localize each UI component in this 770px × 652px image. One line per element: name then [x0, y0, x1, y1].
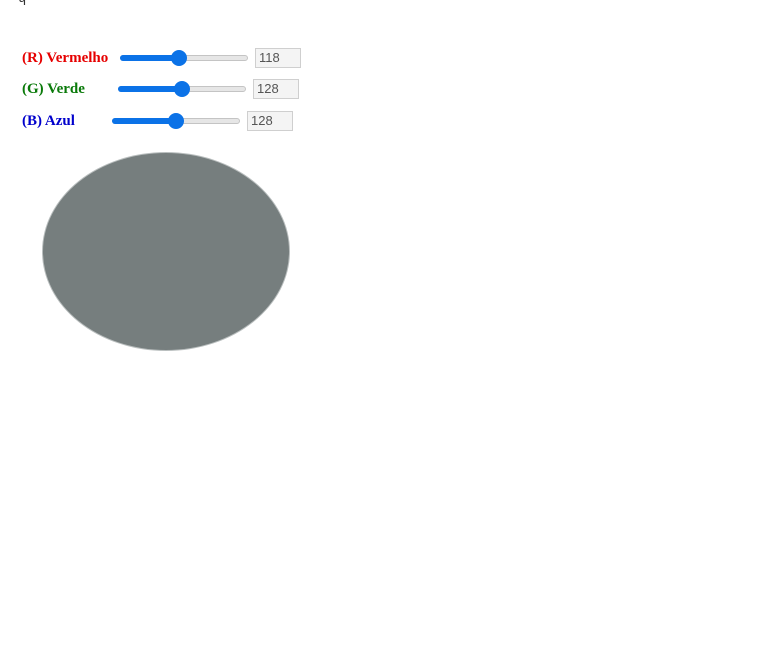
red-slider-thumb[interactable]	[170, 50, 187, 66]
green-label: (G) Verde	[22, 80, 85, 97]
blue-label: (B) Azul	[22, 112, 75, 129]
red-slider[interactable]	[120, 50, 248, 66]
corner-glyph: ɥ	[18, 0, 26, 6]
blue-control-row: (B) Azul 128	[22, 110, 293, 132]
color-preview-ellipse	[42, 152, 290, 351]
green-slider-fill	[118, 86, 182, 92]
blue-slider-fill	[112, 118, 176, 124]
green-slider[interactable]	[118, 81, 246, 97]
page: ɥ (R) Vermelho 118 (G) Verde 128 (B) Azu…	[0, 0, 770, 652]
red-control-row: (R) Vermelho 118	[22, 47, 301, 69]
green-slider-thumb[interactable]	[174, 81, 190, 97]
red-value-input[interactable]: 118	[255, 48, 301, 68]
blue-slider[interactable]	[112, 113, 240, 129]
green-control-row: (G) Verde 128	[22, 78, 299, 100]
blue-value-input[interactable]: 128	[247, 111, 293, 131]
green-value-input[interactable]: 128	[253, 79, 299, 99]
red-label: (R) Vermelho	[22, 49, 109, 66]
blue-slider-thumb[interactable]	[168, 113, 184, 129]
